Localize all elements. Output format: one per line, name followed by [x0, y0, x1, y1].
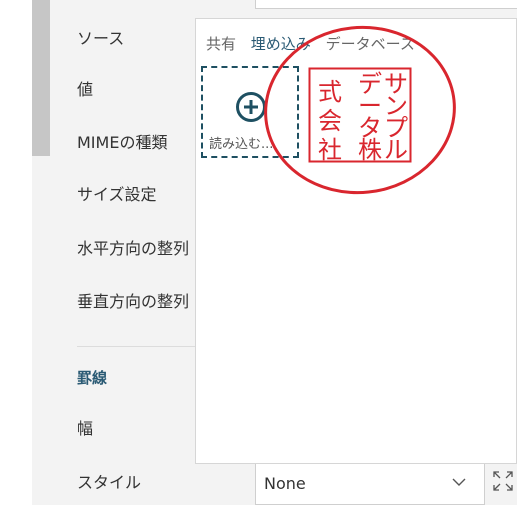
border-style-value: None: [264, 474, 306, 493]
border-section-title: 罫線: [77, 369, 108, 387]
property-label-horizontal-align: 水平方向の整列: [77, 239, 190, 258]
property-label-source: ソース: [77, 29, 125, 48]
tab-shared[interactable]: 共有: [206, 35, 236, 53]
chevron-down-icon[interactable]: [452, 474, 466, 493]
plus-circle-icon: [236, 92, 266, 122]
property-label-width: 幅: [77, 419, 94, 438]
expand-icon[interactable]: [492, 470, 514, 492]
property-label-mime-type: MIMEの種類: [77, 133, 168, 152]
scrollbar-thumb[interactable]: [32, 0, 50, 156]
property-label-vertical-align: 垂直方向の整列: [77, 292, 190, 311]
top-input-field[interactable]: [255, 0, 517, 9]
upload-label: 読み込む...: [209, 137, 274, 152]
left-panel-edge: [0, 0, 32, 505]
property-label-value: 値: [77, 80, 94, 99]
property-label-style: スタイル: [77, 473, 142, 492]
border-style-select[interactable]: None: [255, 463, 485, 505]
section-divider: [77, 346, 195, 347]
property-label-size-setting: サイズ設定: [77, 185, 157, 204]
